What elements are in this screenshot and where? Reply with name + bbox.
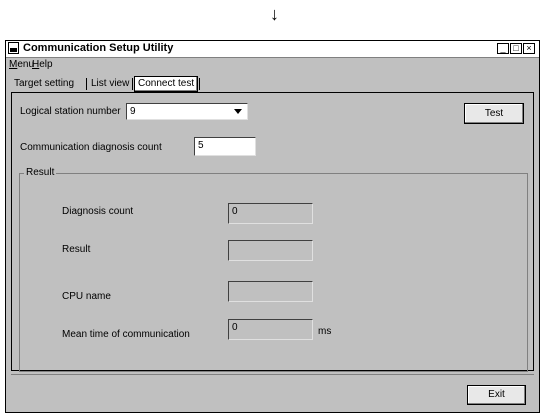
diag-count-input[interactable]: 5 — [194, 137, 256, 156]
window-title: Communication Setup Utility — [23, 42, 174, 54]
diagnosis-count-label: Diagnosis count — [62, 206, 134, 217]
cpu-name-label: CPU name — [62, 291, 111, 302]
close-button[interactable]: × — [523, 43, 535, 54]
result-field — [228, 240, 313, 261]
mean-time-label: Mean time of communication — [62, 329, 190, 340]
tab-separator — [132, 78, 133, 90]
app-icon — [8, 42, 19, 54]
logical-station-select[interactable]: 9 — [126, 103, 248, 120]
menu-help[interactable]: Help — [32, 59, 53, 70]
minimize-button[interactable]: _ — [497, 43, 509, 54]
exit-button[interactable]: Exit — [467, 385, 526, 405]
chevron-down-icon[interactable] — [234, 109, 242, 114]
tab-list-view[interactable]: List view — [88, 77, 132, 91]
divider — [11, 374, 534, 375]
maximize-button[interactable]: □ — [510, 43, 522, 54]
menu-bar: Menu Help — [6, 58, 539, 71]
cpu-name-field — [228, 281, 313, 302]
tab-separator — [86, 78, 87, 90]
title-bar[interactable]: Communication Setup Utility _ □ × — [6, 41, 539, 58]
mean-time-unit: ms — [318, 326, 332, 337]
tab-target-setting[interactable]: Target setting — [11, 77, 77, 91]
menu-menu[interactable]: Menu — [9, 59, 34, 70]
diagnosis-count-field: 0 — [228, 203, 313, 224]
logical-station-value: 9 — [130, 106, 136, 117]
result-label: Result — [62, 244, 91, 255]
result-group-title: Result — [24, 167, 57, 178]
test-button[interactable]: Test — [464, 103, 524, 124]
tab-connect-test[interactable]: Connect test — [134, 76, 199, 92]
menu-help-rest: elp — [39, 59, 53, 70]
logical-station-label: Logical station number — [20, 106, 121, 117]
annotation-arrow: ↓ — [270, 4, 279, 24]
app-window: Communication Setup Utility _ □ × Menu H… — [5, 40, 540, 413]
diag-count-label: Communication diagnosis count — [20, 142, 162, 153]
tab-separator — [199, 78, 200, 90]
mean-time-field: 0 — [228, 319, 313, 340]
